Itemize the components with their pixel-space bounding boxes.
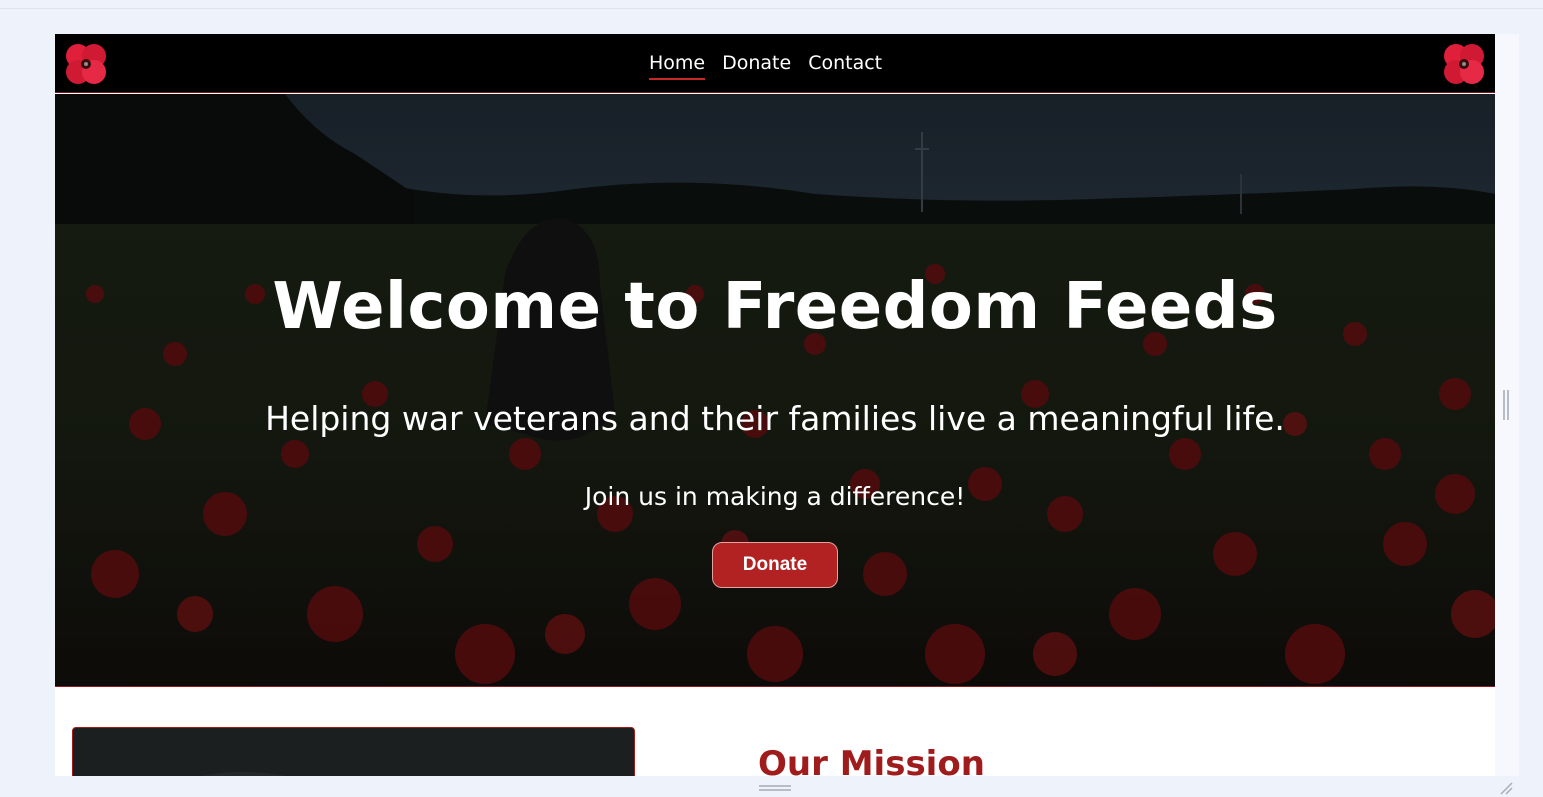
right-resize-handle[interactable] <box>1503 390 1509 420</box>
nav-link-donate[interactable]: Donate <box>722 50 791 80</box>
hero-section: Welcome to Freedom Feeds Helping war vet… <box>55 94 1495 687</box>
nav-link-home[interactable]: Home <box>649 50 706 80</box>
hero-donate-button[interactable]: Donate <box>712 542 838 588</box>
mission-title: Our Mission <box>758 744 985 776</box>
mission-image <box>72 727 635 776</box>
navbar: Home Donate Contact <box>55 34 1495 93</box>
poppy-icon[interactable] <box>62 40 110 88</box>
poppy-field-background <box>55 94 1495 686</box>
window-top-divider <box>0 8 1543 9</box>
main-nav: Home Donate Contact <box>649 50 899 80</box>
hero-title: Welcome to Freedom Feeds <box>272 270 1278 344</box>
hero-call-to-action: Join us in making a difference! <box>584 482 966 511</box>
bottom-resize-handle[interactable] <box>759 785 791 791</box>
nav-link-contact[interactable]: Contact <box>808 50 882 80</box>
page-frame: Home Donate Contact Welcome to Freedom F… <box>55 34 1495 776</box>
hero-subtitle: Helping war veterans and their families … <box>265 399 1285 438</box>
poppy-icon[interactable] <box>1440 40 1488 88</box>
corner-resize-icon[interactable] <box>1498 780 1514 796</box>
